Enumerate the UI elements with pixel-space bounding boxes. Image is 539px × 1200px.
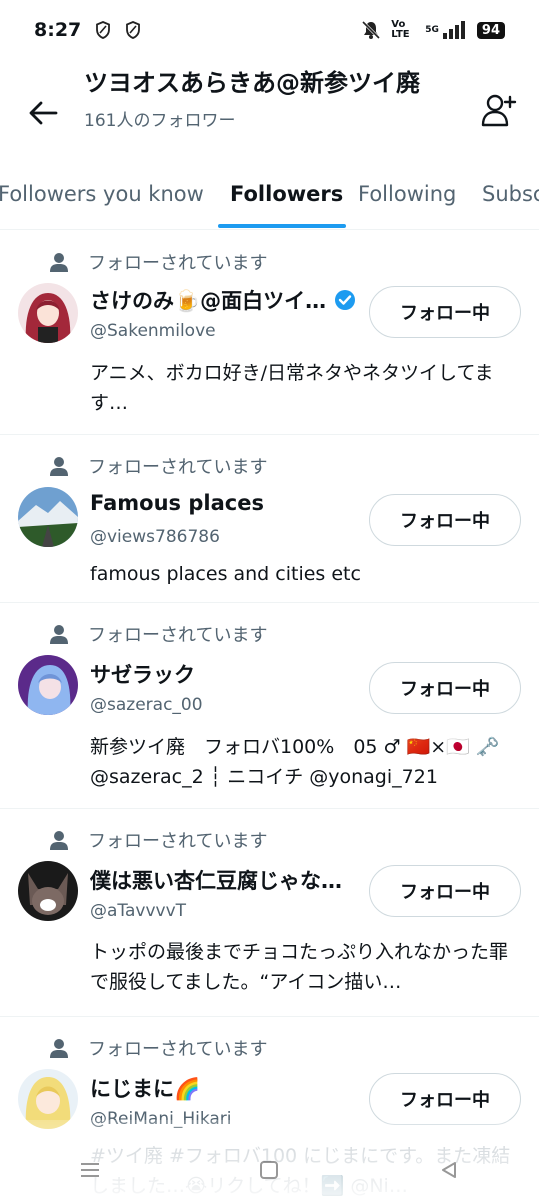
follows-you-row: フォローされています bbox=[48, 621, 267, 647]
signal-icon: 5G bbox=[425, 20, 467, 40]
person-icon bbox=[50, 253, 68, 272]
following-button[interactable]: フォロー中 bbox=[369, 662, 521, 714]
user-name[interactable]: サゼラック bbox=[90, 659, 195, 689]
tab-subscriptions[interactable]: Subscriptions bbox=[482, 182, 539, 206]
following-button[interactable]: フォロー中 bbox=[369, 865, 521, 917]
back-nav-button[interactable] bbox=[429, 1150, 469, 1190]
followers-tabs: Followers you know Followers Following S… bbox=[0, 168, 539, 230]
follows-you-label: フォローされています bbox=[88, 457, 268, 478]
user-name[interactable]: さけのみ🍺@面白ツイ… bbox=[90, 285, 326, 315]
person-icon bbox=[50, 625, 68, 644]
list-item[interactable]: フォローされています さけのみ🍺@面白ツイ… @Sakenmilove フォロー… bbox=[0, 231, 539, 435]
follows-you-label: フォローされています bbox=[88, 253, 268, 274]
page-title: ツヨオスあらきあ@新参ツイ廃 bbox=[84, 69, 420, 97]
menu-icon bbox=[80, 1163, 99, 1177]
user-handle: @aTavvvvT bbox=[90, 901, 187, 921]
user-name[interactable]: Famous places bbox=[90, 491, 264, 515]
user-bio: トッポの最後までチョコたっぷり入れなかった罪で服役してました。“アイコン描い… bbox=[90, 941, 509, 993]
list-item[interactable]: フォローされています サゼラック @sazerac_00 フォロー中 新参ツイ廃… bbox=[0, 603, 539, 809]
name-row: サゼラック bbox=[90, 659, 195, 689]
follows-you-row: フォローされています bbox=[48, 249, 267, 275]
name-row: Famous places bbox=[90, 491, 264, 515]
network-label: 5G bbox=[425, 25, 439, 35]
user-name[interactable]: にじまに🌈 bbox=[90, 1073, 200, 1103]
person-icon bbox=[50, 1039, 68, 1058]
battery-indicator: 94 bbox=[476, 21, 505, 39]
back-button[interactable] bbox=[26, 96, 60, 130]
avatar[interactable] bbox=[18, 1069, 78, 1129]
name-row: さけのみ🍺@面白ツイ… bbox=[90, 285, 356, 315]
add-user-button[interactable] bbox=[479, 90, 519, 130]
tab-followers-you-know[interactable]: Followers you know bbox=[0, 182, 204, 206]
follows-you-label: フォローされています bbox=[88, 625, 268, 646]
user-bio: 新参ツイ廃 フォロバ100% 05 ♂ 🇨🇳×🇯🇵 🗝️@sazerac_2 ┆… bbox=[90, 736, 500, 788]
verified-badge-icon bbox=[335, 290, 356, 310]
status-bar: 8:27 Vo LTE 5G 94 bbox=[0, 0, 539, 60]
shield-icon bbox=[125, 21, 141, 39]
list-item[interactable]: フォローされています Famous places @views786786 フォ… bbox=[0, 435, 539, 603]
person-icon bbox=[50, 831, 68, 850]
avatar[interactable] bbox=[18, 861, 78, 921]
avatar[interactable] bbox=[18, 283, 78, 343]
user-handle: @ReiMani_Hikari bbox=[90, 1109, 232, 1129]
tab-followers[interactable]: Followers bbox=[230, 182, 343, 206]
follower-count: 161人のフォロワー bbox=[84, 111, 236, 131]
home-button[interactable] bbox=[249, 1150, 289, 1190]
list-item[interactable]: フォローされています 僕は悪い杏仁豆腐じゃな… @aTavvvvT フォロー中 … bbox=[0, 809, 539, 1017]
follows-you-label: フォローされています bbox=[88, 1039, 268, 1060]
back-arrow-icon bbox=[29, 101, 58, 125]
avatar[interactable] bbox=[18, 655, 78, 715]
add-user-icon bbox=[481, 94, 517, 127]
system-nav-bar bbox=[0, 1140, 539, 1200]
volte-indicator: Vo LTE bbox=[391, 19, 410, 40]
mute-bell-icon bbox=[361, 20, 381, 40]
following-button[interactable]: フォロー中 bbox=[369, 1073, 521, 1125]
home-square-icon bbox=[260, 1161, 279, 1179]
user-handle: @sazerac_00 bbox=[90, 695, 203, 715]
following-button[interactable]: フォロー中 bbox=[369, 286, 521, 338]
user-bio: famous places and cities etc bbox=[90, 563, 361, 585]
user-handle: @views786786 bbox=[90, 527, 220, 547]
name-row: にじまに🌈 bbox=[90, 1073, 200, 1103]
name-row: 僕は悪い杏仁豆腐じゃな… bbox=[90, 865, 342, 895]
back-triangle-icon bbox=[442, 1162, 457, 1178]
avatar[interactable] bbox=[18, 487, 78, 547]
user-name[interactable]: 僕は悪い杏仁豆腐じゃな… bbox=[90, 865, 342, 895]
profile-header: ツヨオスあらきあ@新参ツイ廃 161人のフォロワー bbox=[0, 60, 539, 160]
follows-you-row: フォローされています bbox=[48, 1035, 267, 1061]
shield-icon bbox=[95, 21, 111, 39]
user-handle: @Sakenmilove bbox=[90, 321, 216, 341]
user-bio: アニメ、ボカロ好き/日常ネタやネタツイしてます… bbox=[90, 362, 494, 414]
follows-you-row: フォローされています bbox=[48, 453, 267, 479]
tab-following[interactable]: Following bbox=[358, 182, 456, 206]
follows-you-row: フォローされています bbox=[48, 827, 267, 853]
recent-apps-button[interactable] bbox=[70, 1150, 110, 1190]
status-time: 8:27 bbox=[34, 19, 82, 41]
follows-you-label: フォローされています bbox=[88, 831, 268, 852]
tab-active-indicator bbox=[218, 224, 346, 228]
followers-list: フォローされています さけのみ🍺@面白ツイ… @Sakenmilove フォロー… bbox=[0, 231, 539, 1200]
following-button[interactable]: フォロー中 bbox=[369, 494, 521, 546]
person-icon bbox=[50, 457, 68, 476]
